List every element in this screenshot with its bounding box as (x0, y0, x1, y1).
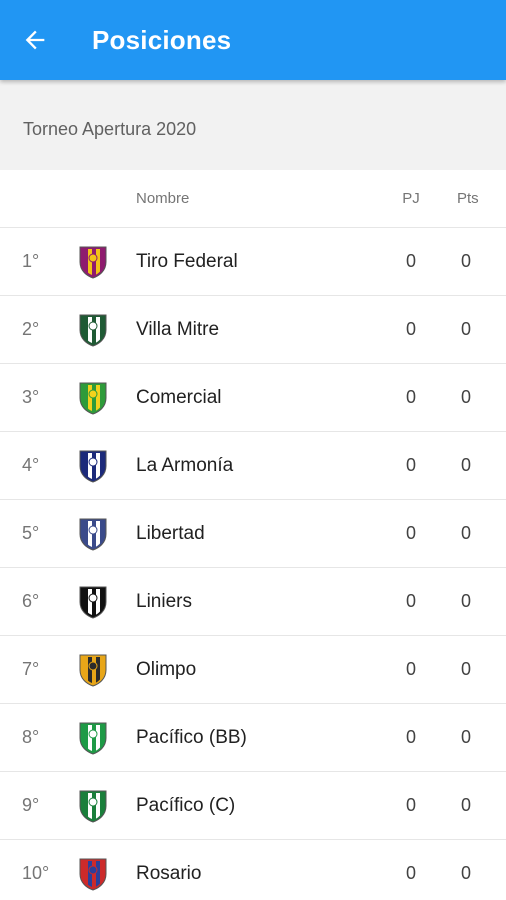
position-label: 6° (22, 591, 40, 611)
position-label: 5° (22, 523, 40, 543)
games-played: 0 (405, 659, 416, 679)
points: 0 (461, 591, 472, 611)
table-row[interactable]: 5° Libertad 0 0 (0, 500, 506, 568)
position-label: 2° (22, 319, 40, 339)
games-played: 0 (405, 591, 416, 611)
team-crest-icon (76, 244, 136, 280)
table-row[interactable]: 8° Pacífico (BB) 0 0 (0, 704, 506, 772)
table-row[interactable]: 4° La Armonía 0 0 (0, 432, 506, 500)
table-row[interactable]: 7° Olimpo 0 0 (0, 636, 506, 704)
tournament-title: Torneo Apertura 2020 (23, 118, 197, 139)
team-name: Villa Mitre (136, 318, 220, 340)
team-crest-icon (76, 312, 136, 348)
team-crest-icon (76, 380, 136, 416)
team-crest-icon (76, 584, 136, 620)
team-crest-icon (76, 448, 136, 484)
page-title: Posiciones (92, 24, 232, 55)
table-row[interactable]: 2° Villa Mitre 0 0 (0, 296, 506, 364)
position-label: 7° (22, 659, 40, 679)
table-row[interactable]: 6° Liniers 0 0 (0, 568, 506, 636)
points: 0 (461, 863, 472, 883)
team-crest-icon (76, 788, 136, 824)
games-played: 0 (405, 251, 416, 271)
table-row[interactable]: 1° Tiro Federal 0 0 (0, 228, 506, 296)
position-label: 4° (22, 455, 40, 475)
points: 0 (461, 523, 472, 543)
standings-table: Nombre PJ Pts 1° Tiro Federal 0 0 2° Villa Mi… (0, 170, 506, 900)
table-body: 1° Tiro Federal 0 0 2° Villa Mitre 0 0 3° Comerci… (0, 228, 506, 900)
table-row[interactable]: 9° Pacífico (C) 0 0 (0, 772, 506, 840)
points: 0 (461, 251, 472, 271)
team-name: Libertad (136, 522, 205, 544)
games-played: 0 (405, 727, 416, 747)
games-played: 0 (405, 863, 416, 883)
position-label: 8° (22, 727, 40, 747)
team-crest-icon (76, 856, 136, 892)
points: 0 (461, 659, 472, 679)
position-label: 9° (22, 795, 40, 815)
games-played: 0 (405, 455, 416, 475)
games-played: 0 (405, 795, 416, 815)
games-played: 0 (405, 319, 416, 339)
table-row[interactable]: 3° Comercial 0 0 (0, 364, 506, 432)
games-played: 0 (405, 387, 416, 407)
team-crest-icon (76, 516, 136, 552)
team-name: Rosario (136, 862, 202, 884)
tournament-header: Torneo Apertura 2020 (0, 80, 506, 170)
header-pts: Pts (457, 190, 479, 207)
team-name: La Armonía (136, 454, 234, 476)
points: 0 (461, 319, 472, 339)
points: 0 (461, 455, 472, 475)
points: 0 (461, 727, 472, 747)
team-name: Tiro Federal (136, 250, 238, 272)
team-crest-icon (76, 720, 136, 756)
position-label: 10° (22, 863, 50, 883)
team-name: Pacífico (C) (136, 794, 236, 816)
team-name: Olimpo (136, 658, 197, 680)
games-played: 0 (405, 523, 416, 543)
arrow-left-icon (25, 30, 45, 50)
team-name: Comercial (136, 386, 222, 408)
table-header: Nombre PJ Pts (0, 170, 506, 228)
position-label: 1° (22, 251, 40, 271)
header-pj: PJ (402, 190, 420, 207)
table-row[interactable]: 10° Rosario 0 0 (0, 840, 506, 900)
app-bar: Posiciones (0, 0, 506, 80)
header-name: Nombre (136, 190, 190, 207)
team-name: Liniers (136, 590, 192, 612)
back-button[interactable] (0, 0, 70, 80)
team-name: Pacífico (BB) (136, 726, 247, 748)
team-crest-icon (76, 652, 136, 688)
points: 0 (461, 387, 472, 407)
points: 0 (461, 795, 472, 815)
position-label: 3° (22, 387, 40, 407)
